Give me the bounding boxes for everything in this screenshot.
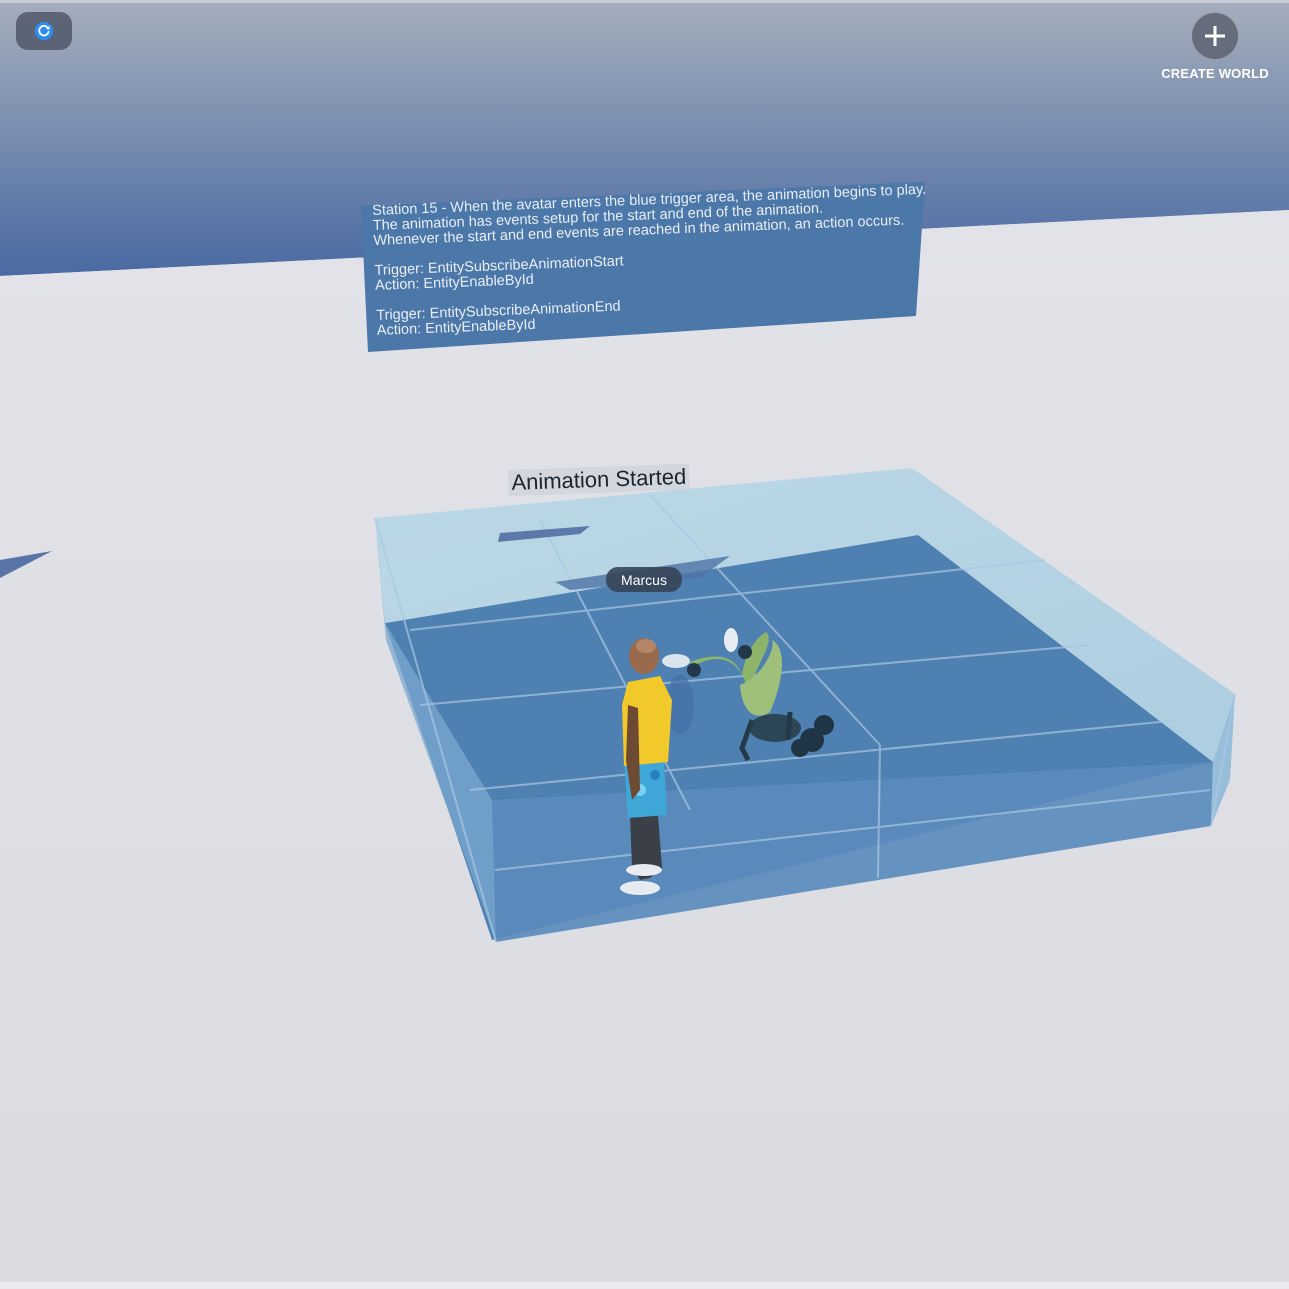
- creature-shoe-top: [724, 628, 738, 652]
- game-viewport[interactable]: CREATE WORLD Station 15 - When the avata…: [0, 0, 1289, 1289]
- bottom-edge: [0, 1282, 1289, 1289]
- avatar-name-tag: Marcus: [606, 567, 682, 592]
- create-world-plus-button[interactable]: [1191, 12, 1239, 60]
- avatar-shoe-right: [620, 881, 660, 895]
- creature-leg-right: [785, 711, 793, 741]
- create-world-label: CREATE WORLD: [1161, 66, 1269, 81]
- plus-icon: [1205, 26, 1225, 46]
- refresh-icon: [34, 21, 54, 41]
- top-edge: [0, 0, 1289, 3]
- info-sign-text: Station 15 - When the avatar enters the …: [372, 182, 931, 339]
- creature-shoe-left: [662, 654, 690, 668]
- creature-hand-3: [791, 739, 809, 757]
- refresh-button[interactable]: [16, 12, 72, 50]
- creature-eye-right: [738, 645, 752, 659]
- avatar-shorts-pattern-2: [650, 770, 660, 780]
- creature-pants: [749, 714, 801, 742]
- create-world-button[interactable]: CREATE WORLD: [1155, 12, 1275, 81]
- avatar-shoe-left: [626, 864, 662, 876]
- creature-hand-2: [814, 715, 834, 735]
- avatar-head-highlight: [636, 639, 656, 653]
- creature-eye-left: [687, 663, 701, 677]
